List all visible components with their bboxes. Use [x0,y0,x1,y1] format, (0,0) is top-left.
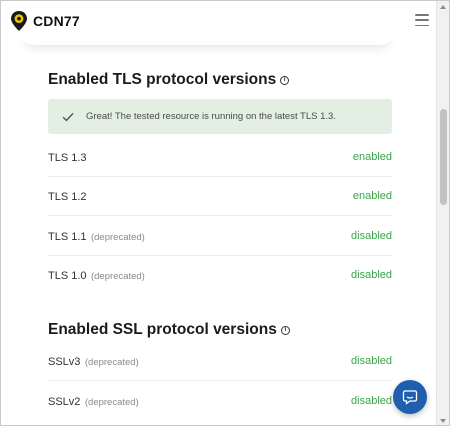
table-row: TLS 1.2 enabled [48,176,392,216]
browser-viewport: CDN77 Enabled TLS protocol versions i Gr… [0,0,450,426]
chat-icon [402,390,418,405]
status-label: disabled [351,269,392,281]
status-label: disabled [351,229,392,242]
ssl-section-title: Enabled SSL protocol versions i [48,321,290,339]
tls-section-title-text: Enabled TLS protocol versions [48,71,277,88]
protocol-name: TLS 1.2 [48,190,87,203]
tls-success-notice: Great! The tested resource is running on… [48,99,392,134]
table-row: TLS 1.1 (deprecated) disabled [48,216,392,256]
info-icon[interactable]: i [280,325,290,335]
table-row: SSLv2 (deprecated) disabled [48,381,392,421]
tls-section-title: Enabled TLS protocol versions i [48,71,290,89]
logo-pin-icon[interactable] [10,10,28,32]
site-header: CDN77 [1,1,437,41]
scroll-down-arrow-icon[interactable] [440,419,446,423]
deprecated-tag: (deprecated) [90,231,145,243]
deprecated-tag: (deprecated) [84,356,139,368]
protocol-name: TLS 1.1 [48,230,87,243]
table-row: SSLv3 (deprecated) disabled [48,341,392,381]
deprecated-tag: (deprecated) [90,271,145,282]
info-icon[interactable]: i [280,75,290,85]
hamburger-menu-icon[interactable] [415,14,429,26]
vertical-scrollbar[interactable] [436,1,449,425]
scroll-up-arrow-icon[interactable] [440,5,446,9]
protocol-name: SSLv2 [48,396,81,408]
status-label: enabled [352,150,392,163]
protocol-name: SSLv3 [48,355,81,368]
chat-button[interactable] [393,380,427,414]
protocol-name: TLS 1.3 [48,151,87,164]
logo-text[interactable]: CDN77 [33,13,80,29]
status-label: disabled [351,354,392,367]
status-label: enabled [352,189,392,202]
protocol-name: TLS 1.0 [48,270,87,282]
check-icon [62,112,74,121]
ssl-section-title-text: Enabled SSL protocol versions [48,321,277,338]
status-label: disabled [351,395,392,407]
table-row: TLS 1.3 enabled [48,137,392,177]
tls-notice-text: Great! The tested resource is running on… [86,111,336,122]
scroll-thumb[interactable] [440,109,447,205]
table-row: TLS 1.0 (deprecated) disabled [48,255,392,295]
deprecated-tag: (deprecated) [84,397,139,408]
